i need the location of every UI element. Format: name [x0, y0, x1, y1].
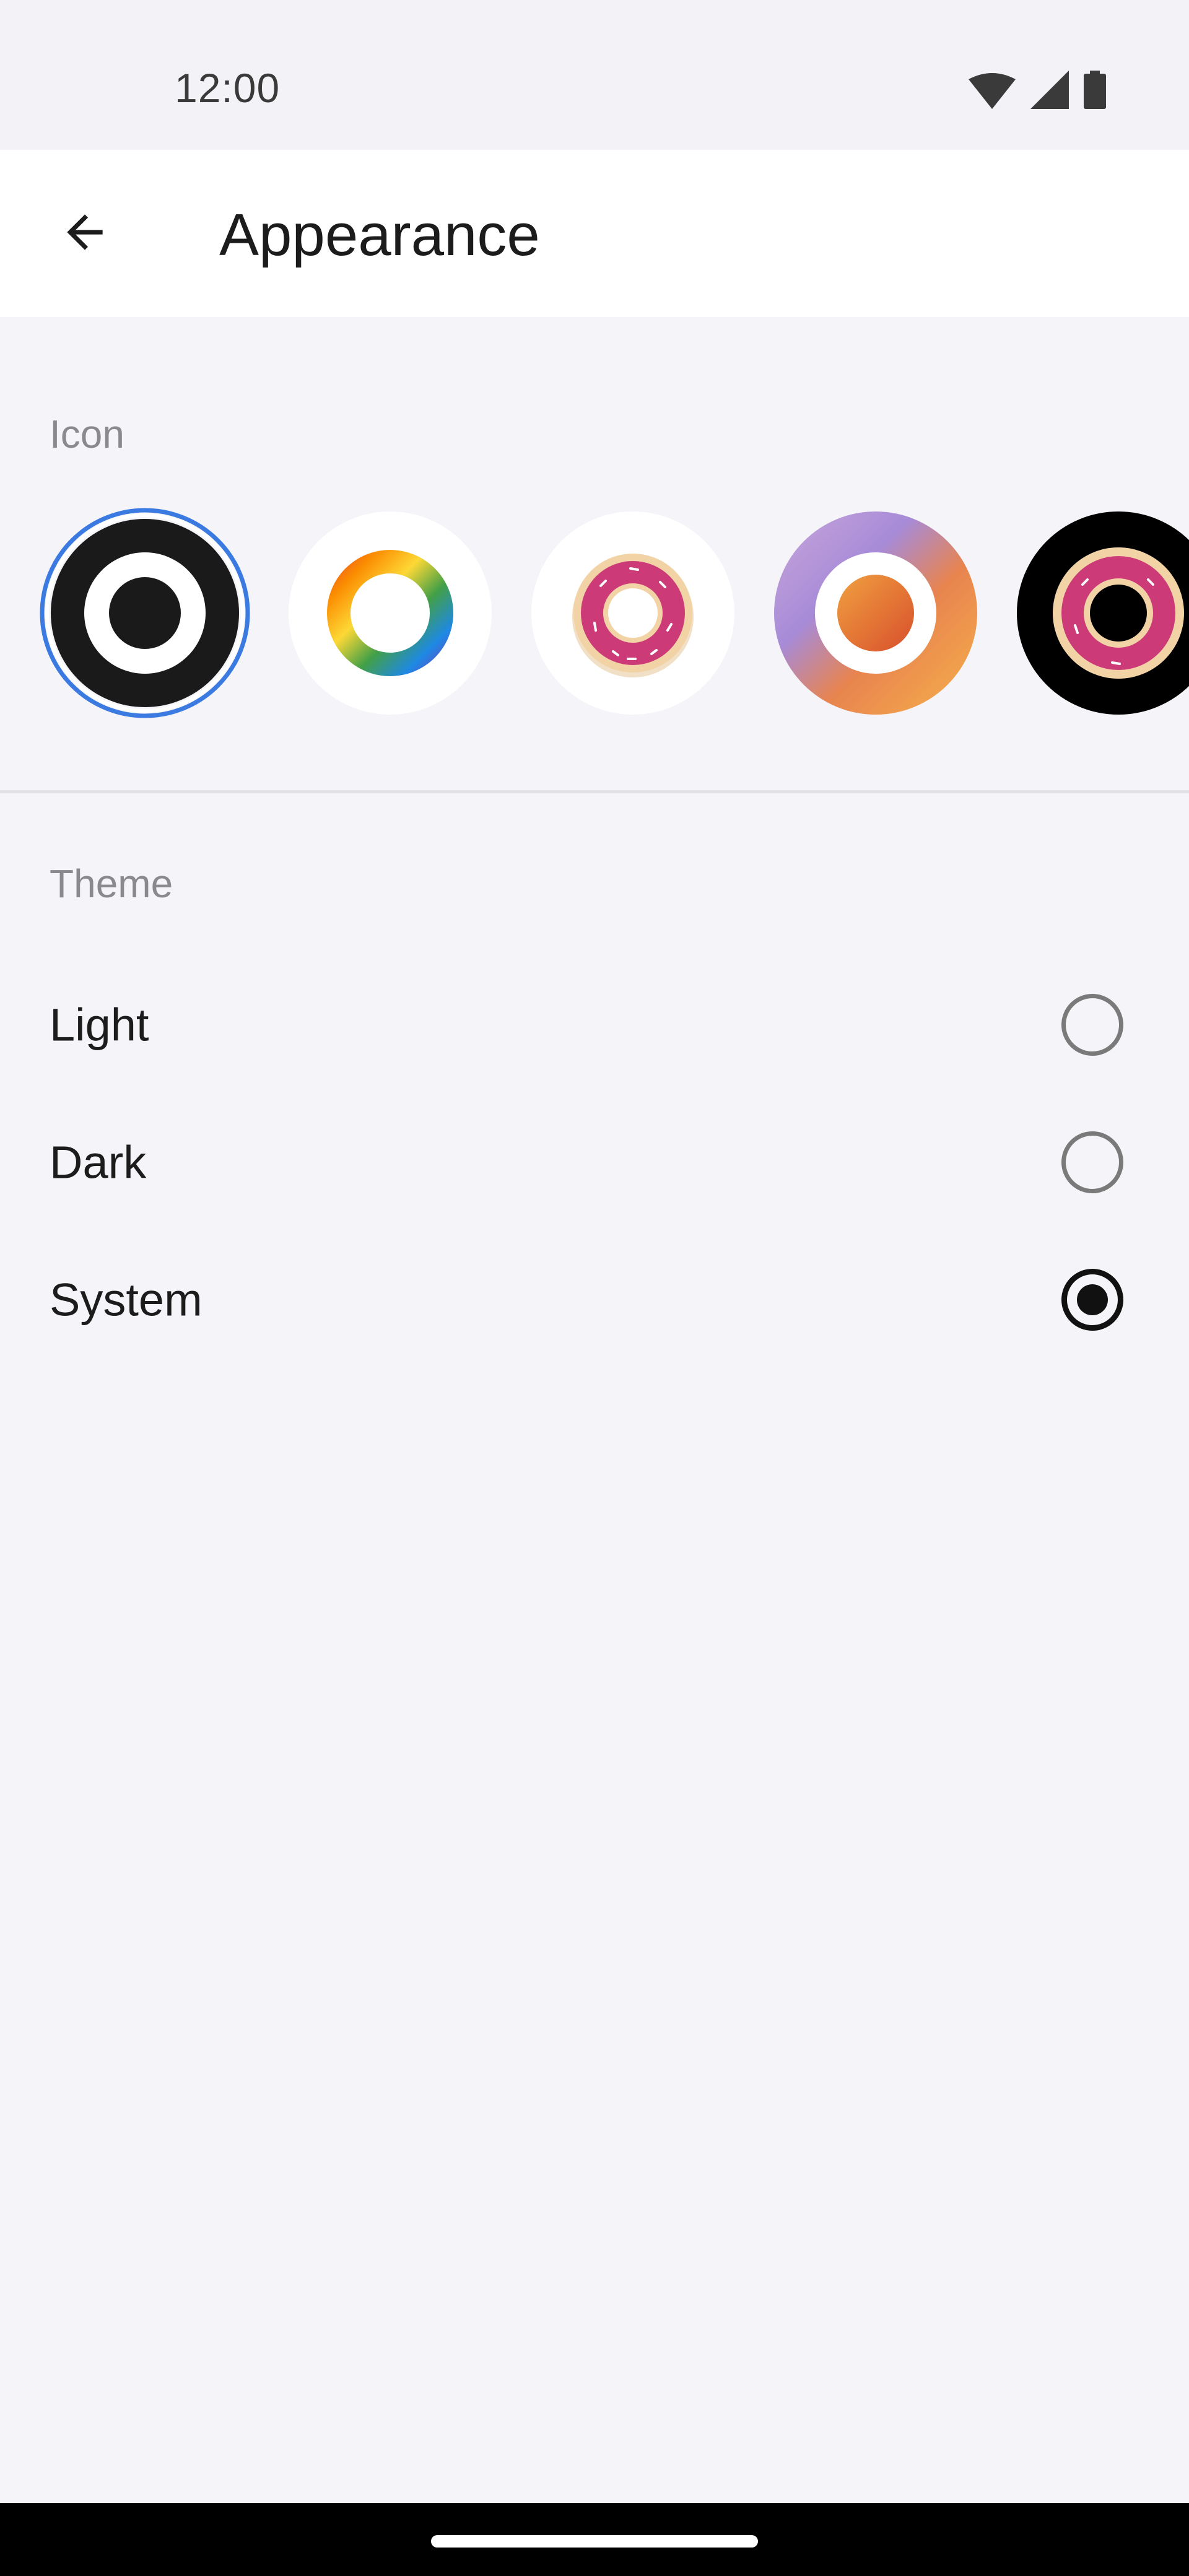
- status-time: 12:00: [175, 65, 281, 111]
- theme-option-light[interactable]: Light: [0, 956, 1189, 1094]
- home-gesture-handle[interactable]: [431, 2535, 758, 2548]
- wifi-icon: [969, 73, 1016, 109]
- theme-option-label: Light: [50, 999, 149, 1051]
- icon-option-rainbow[interactable]: [285, 508, 495, 718]
- radio-button-system[interactable]: [1061, 1269, 1123, 1331]
- page-title: Appearance: [219, 202, 540, 268]
- radio-button-light[interactable]: [1061, 994, 1123, 1056]
- arrow-back-icon: [58, 206, 111, 262]
- theme-section-label: Theme: [50, 861, 173, 906]
- theme-option-label: System: [50, 1274, 203, 1326]
- icon-picker-row[interactable]: [0, 508, 1189, 718]
- status-bar: 12:00: [0, 0, 1189, 150]
- radio-button-dark[interactable]: [1061, 1131, 1123, 1193]
- theme-option-label: Dark: [50, 1136, 147, 1188]
- icon-option-gradient[interactable]: [770, 508, 981, 718]
- cellular-signal-icon: [1030, 71, 1069, 109]
- icon-option-donut-dark[interactable]: [1013, 508, 1189, 718]
- navigation-bar: [0, 2503, 1189, 2576]
- status-icons: [969, 71, 1106, 109]
- theme-option-system[interactable]: System: [0, 1231, 1189, 1368]
- icon-option-donut[interactable]: [528, 508, 738, 718]
- section-divider: [0, 790, 1189, 793]
- icon-section-label: Icon: [50, 412, 124, 456]
- back-button[interactable]: [40, 188, 130, 279]
- appearance-screen: 12:00 Appearance Icon Theme Light Dark S…: [0, 0, 1189, 2576]
- icon-option-default[interactable]: [40, 508, 250, 718]
- app-bar: Appearance: [0, 150, 1189, 317]
- battery-icon: [1084, 71, 1106, 109]
- theme-option-dark[interactable]: Dark: [0, 1094, 1189, 1231]
